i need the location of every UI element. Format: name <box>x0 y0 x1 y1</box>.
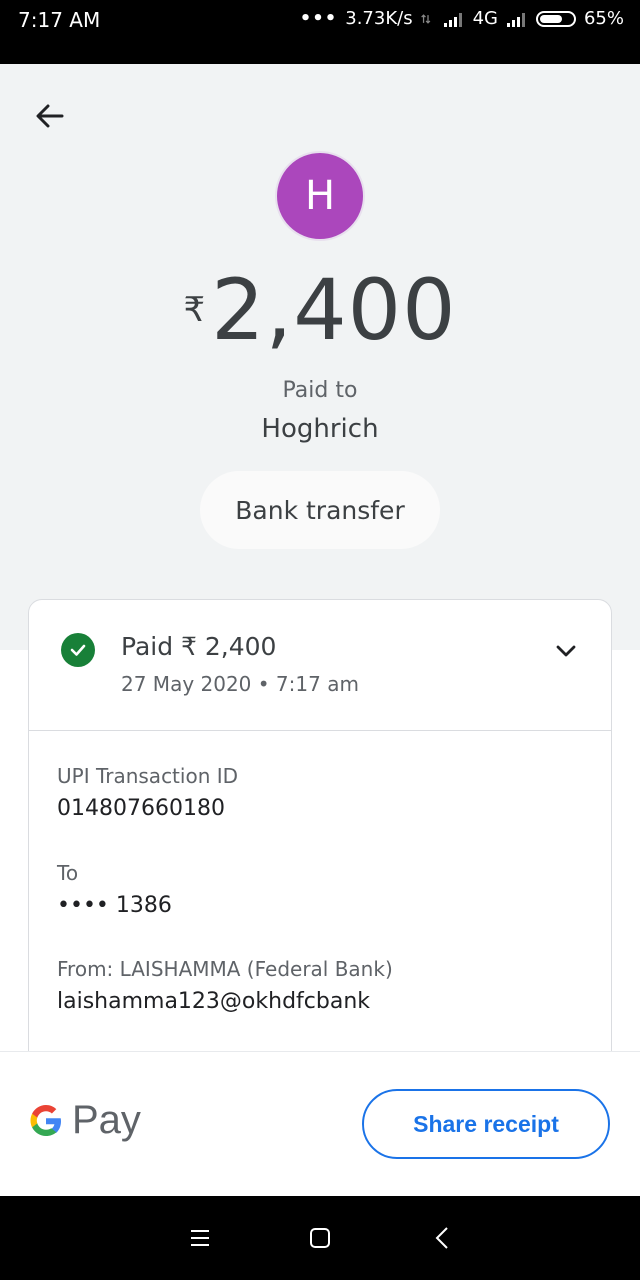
bank-transfer-chip[interactable]: Bank transfer <box>200 471 440 549</box>
to-label: To <box>57 861 79 885</box>
expand-button[interactable] <box>551 636 581 666</box>
transaction-details-card: Paid ₹ 2,400 27 May 2020 • 7:17 am UPI T… <box>28 599 612 1099</box>
share-receipt-button[interactable]: Share receipt <box>362 1089 610 1159</box>
google-pay-logo: Pay <box>28 1098 141 1143</box>
chevron-down-icon <box>556 645 576 657</box>
status-bar: 7:17 AM ••• 3.73K/s 4G 65% <box>0 0 640 64</box>
payee-avatar: H <box>275 151 365 241</box>
success-badge <box>61 633 95 667</box>
to-value: •••• 1386 <box>57 893 172 918</box>
notification-dots-icon: ••• <box>299 8 338 29</box>
payment-date: 27 May 2020 • 7:17 am <box>121 672 359 696</box>
brand-text: Pay <box>72 1098 141 1142</box>
amount: ₹ 2,400 <box>0 260 640 360</box>
nav-back-button[interactable] <box>425 1220 461 1256</box>
paid-to-label: Paid to <box>282 378 358 403</box>
home-button[interactable] <box>302 1220 338 1256</box>
transaction-summary[interactable]: Paid ₹ 2,400 27 May 2020 • 7:17 am <box>29 600 611 731</box>
menu-icon <box>191 1230 209 1246</box>
network-type: 4G <box>472 8 498 29</box>
status-indicators: ••• 3.73K/s 4G 65% <box>300 8 624 29</box>
signal-icon <box>443 12 462 27</box>
bottom-action-bar: Pay Share receipt <box>0 1051 640 1197</box>
status-time: 7:17 AM <box>18 8 101 32</box>
network-speed: 3.73K/s <box>345 8 413 29</box>
from-value: laishamma123@okhdfcbank <box>57 989 371 1014</box>
home-icon <box>310 1228 330 1248</box>
back-icon <box>435 1227 448 1249</box>
amount-value: 2,400 <box>211 261 457 359</box>
paid-summary: Paid ₹ 2,400 <box>121 632 277 661</box>
from-label: From: LAISHAMMA (Federal Bank) <box>57 957 393 981</box>
battery-icon <box>535 10 576 27</box>
upi-id-label: UPI Transaction ID <box>57 764 239 788</box>
back-arrow-icon <box>36 104 64 128</box>
data-arrows-icon <box>420 13 430 24</box>
system-nav-bar <box>0 1196 640 1280</box>
payee-name: Hoghrich <box>261 414 379 444</box>
currency-symbol: ₹ <box>183 290 206 330</box>
signal-icon-2 <box>506 12 525 27</box>
back-button[interactable] <box>30 96 70 136</box>
check-icon <box>70 644 86 656</box>
battery-level: 65% <box>583 8 624 29</box>
upi-id-value: 014807660180 <box>57 796 225 821</box>
google-g-icon <box>30 1104 61 1136</box>
menu-button[interactable] <box>182 1220 218 1256</box>
